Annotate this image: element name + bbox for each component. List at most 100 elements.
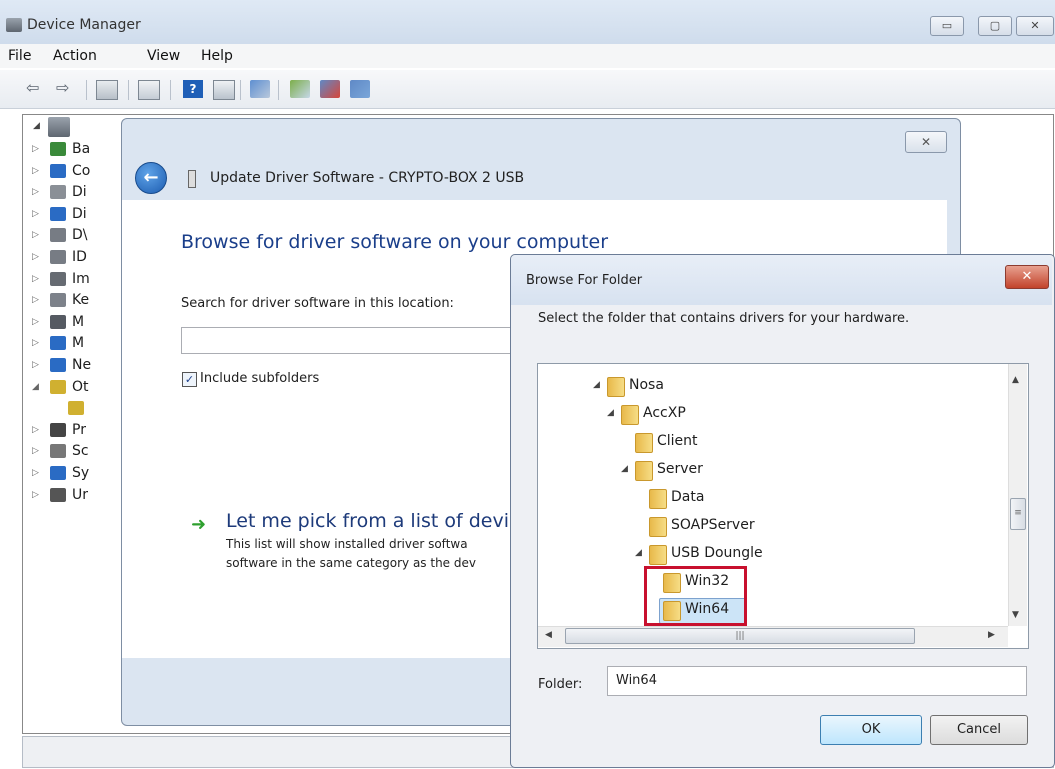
tree-item[interactable]: ▷ Di [32,205,132,227]
expand-arrow-icon[interactable]: ▷ [32,425,39,435]
computer-icon [48,117,70,137]
menu-view[interactable]: View [147,48,180,64]
scan-hardware-icon[interactable] [250,80,270,98]
pick-from-list-link[interactable]: Let me pick from a list of devic [226,510,519,532]
device-category-icon [50,314,66,329]
scroll-right-icon[interactable]: ▶ [988,630,995,640]
search-location-input[interactable] [181,327,523,354]
device-category-icon [50,163,66,178]
expand-arrow-icon[interactable]: ▷ [32,209,39,219]
tree-item[interactable]: ▷ Sc [32,442,132,464]
tree-item[interactable]: ▷ Sy [32,464,132,486]
expand-arrow-icon[interactable]: ▷ [32,187,39,197]
tree-item[interactable]: ▷ Im [32,270,132,292]
vertical-scrollbar[interactable] [1008,364,1027,626]
forward-arrow-icon[interactable]: ⇨ [56,78,76,97]
collapse-arrow-icon[interactable]: ◢ [593,380,600,390]
horizontal-scroll-thumb[interactable]: ||| [565,628,915,644]
tree-item-label: Sy [72,465,90,481]
folder-tree-item[interactable]: ◢ Server [621,459,781,483]
scroll-down-icon[interactable]: ▼ [1012,610,1019,620]
expand-arrow-icon[interactable]: ▷ [32,144,39,154]
close-button[interactable]: ✕ [1016,16,1054,36]
menu-file[interactable]: File [8,48,31,64]
tree-item[interactable]: ▷ Co [32,162,132,184]
minimize-button[interactable]: ▭ [930,16,964,36]
expand-arrow-icon[interactable]: ▷ [32,338,39,348]
expand-arrow-icon[interactable]: ▷ [32,490,39,500]
expand-arrow-icon[interactable]: ▷ [32,166,39,176]
toolbar-separator [86,80,87,100]
tree-item[interactable]: ▷ Di [32,183,132,205]
scroll-left-icon[interactable]: ◀ [545,630,552,640]
collapse-arrow-icon[interactable]: ◢ [607,408,614,418]
expand-arrow-icon[interactable]: ▷ [32,252,39,262]
cancel-button[interactable]: Cancel [930,715,1028,745]
tree-item[interactable]: ▷ Ke [32,291,132,313]
close-button[interactable]: ✕ [1005,265,1049,289]
tree-item-label: Ur [72,486,89,503]
tree-item-label: M [72,335,85,352]
scroll-up-icon[interactable]: ▲ [1012,375,1019,385]
help-icon[interactable]: ? [183,80,203,98]
pick-from-list-description: This list will show installed driver sof… [226,537,468,551]
collapse-arrow-icon[interactable]: ◢ [32,382,39,392]
collapse-arrow-icon[interactable]: ◢ [621,464,628,474]
back-arrow-icon[interactable]: ← [135,162,167,194]
folder-icon [649,517,667,537]
enable-device-icon[interactable] [350,80,370,98]
tree-item[interactable]: ▷ M [32,334,132,356]
close-button[interactable]: ✕ [905,131,947,153]
tree-item[interactable]: ▷ D\ [32,226,132,248]
folder-icon [635,461,653,481]
update-driver-icon[interactable] [290,80,310,98]
folder-tree-item[interactable]: Client [621,431,781,455]
tree-item[interactable]: ▷ Ne [32,356,132,378]
back-arrow-icon[interactable]: ⇦ [26,78,46,97]
pick-from-list-description: software in the same category as the dev [226,556,476,570]
folder-tree-item[interactable]: ◢ Nosa [593,375,753,399]
tree-item-label: Pr [72,421,86,438]
tree-item-label: M [72,313,85,330]
expand-arrow-icon[interactable]: ▷ [32,446,39,456]
uninstall-icon[interactable] [320,80,340,98]
device-category-icon [50,358,66,372]
toolbar-separator [170,80,171,100]
show-hide-tree-icon[interactable] [138,80,160,100]
device-category-icon [50,142,66,156]
tree-item[interactable]: ◢ Ot [32,378,132,400]
folder-tree-item[interactable]: Data [635,487,795,511]
include-subfolders-checkbox[interactable]: ✓ [182,372,197,387]
maximize-button[interactable]: ▢ [978,16,1012,36]
folder-label: USB Doungle [671,545,763,561]
expand-arrow-icon[interactable]: ◢ [33,121,40,131]
expand-arrow-icon[interactable]: ▷ [32,230,39,240]
menu-help[interactable]: Help [201,48,233,64]
folder-tree-item[interactable]: ◢ USB Doungle [635,543,795,567]
include-subfolders-label[interactable]: Include subfolders [200,371,319,386]
folder-tree-item[interactable]: ◢ AccXP [607,403,767,427]
expand-arrow-icon[interactable]: ▷ [32,317,39,327]
folder-label: Server [657,461,703,477]
menu-action[interactable]: Action [53,48,97,64]
action-pane-icon[interactable] [213,80,235,100]
properties-icon[interactable] [96,80,118,100]
dialog-heading: Browse for driver software on your compu… [181,231,609,253]
expand-arrow-icon[interactable]: ▷ [32,360,39,370]
ok-button[interactable]: OK [820,715,922,745]
tree-item[interactable]: ▷ Pr [32,421,132,443]
folder-tree-item[interactable]: SOAPServer [635,515,795,539]
tree-item[interactable]: ▷ Ba [32,140,132,162]
tree-item[interactable]: ▷ Ur [32,486,132,508]
device-category-icon [50,487,66,502]
device-category-icon [50,422,66,437]
vertical-scroll-thumb[interactable]: ≡ [1010,498,1026,530]
tree-item[interactable]: ▷ M [32,313,132,335]
expand-arrow-icon[interactable]: ▷ [32,295,39,305]
expand-arrow-icon[interactable]: ▷ [32,274,39,284]
tree-item[interactable]: ▷ ID [32,248,132,270]
collapse-arrow-icon[interactable]: ◢ [635,548,642,558]
usb-device-icon [188,170,196,188]
expand-arrow-icon[interactable]: ▷ [32,468,39,478]
folder-input[interactable]: Win64 [607,666,1027,696]
